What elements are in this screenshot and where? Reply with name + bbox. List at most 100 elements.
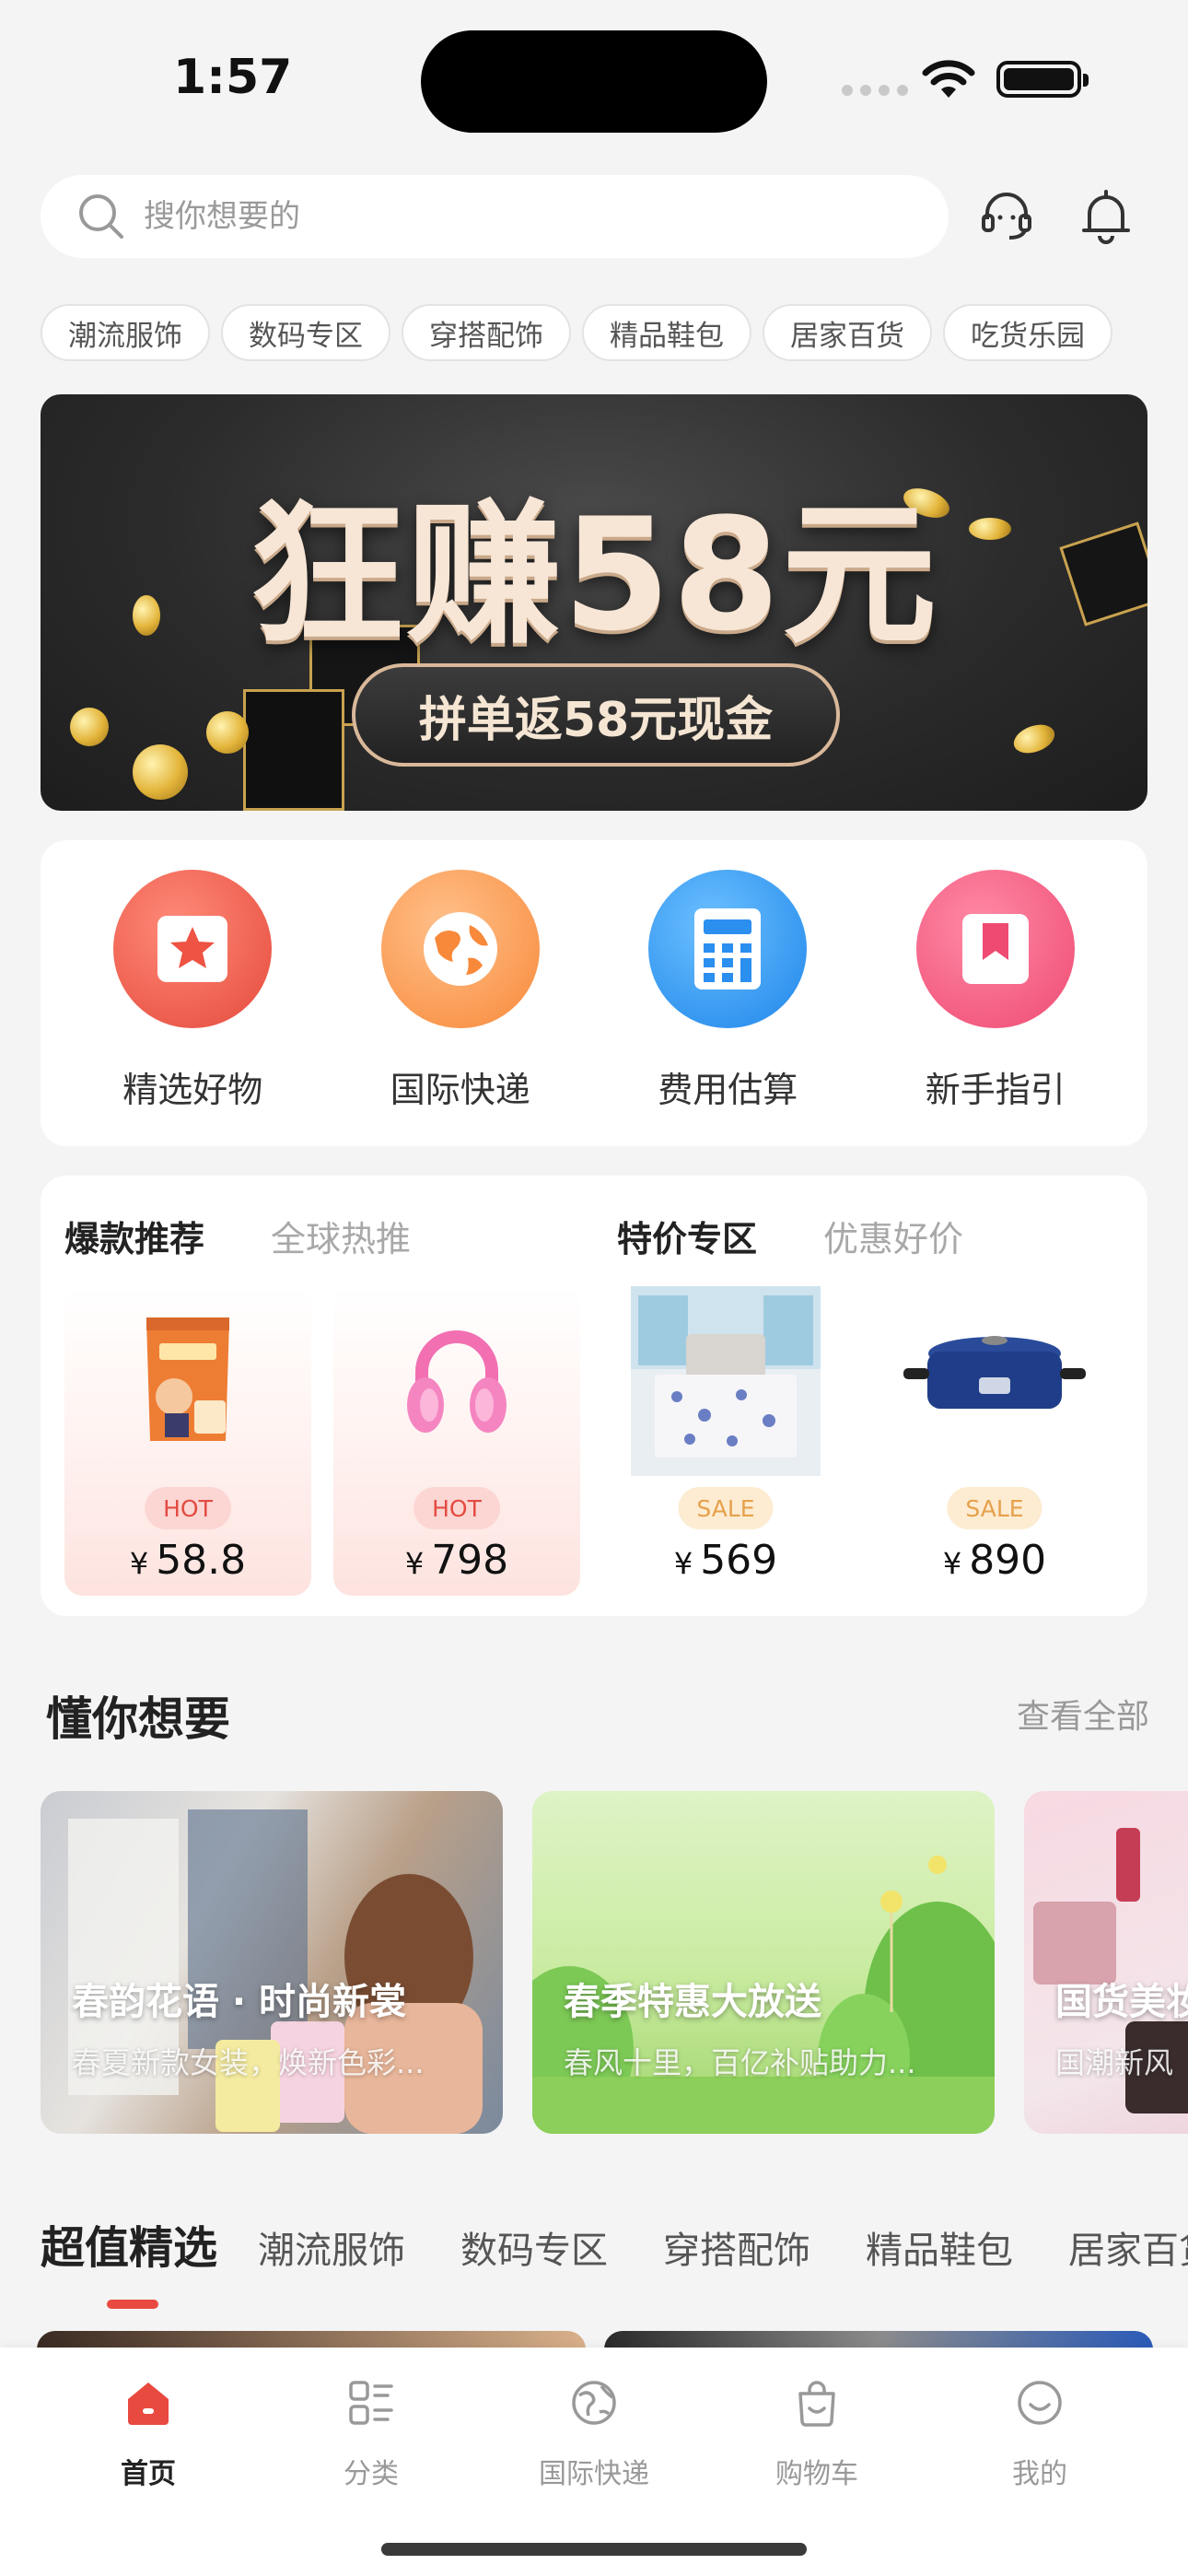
globe-icon <box>565 2373 623 2432</box>
search-input[interactable] <box>144 198 880 235</box>
tab-label: 分类 <box>344 2458 399 2490</box>
tab-profile[interactable]: 我的 <box>948 2348 1132 2576</box>
chip-digital[interactable]: 数码专区 <box>221 304 390 361</box>
carousel-card[interactable]: 春季特惠大放送 春风十里，百亿补贴助力... <box>532 1791 995 2134</box>
chip-accessories[interactable]: 穿搭配饰 <box>402 304 571 361</box>
action-label: 精选好物 <box>122 1070 263 1110</box>
status-bar: 1:57 <box>0 0 1188 157</box>
chip-food[interactable]: 吃货乐园 <box>943 304 1112 361</box>
fashion-shopper-image <box>68 1809 483 2134</box>
pink-headphones-image <box>362 1286 552 1476</box>
snack-bag-image <box>93 1286 283 1476</box>
coin-decoration <box>1009 719 1059 759</box>
product-card[interactable]: SALE ¥569 <box>602 1286 849 1596</box>
promo-subtitle-global[interactable]: 全球热推 <box>271 1211 411 1261</box>
calculator-icon <box>648 870 808 1028</box>
category-icon <box>342 2373 401 2432</box>
card-title: 春韵花语 · 时尚新裳 <box>72 1981 407 2023</box>
picks-tab-digital[interactable]: 数码专区 <box>460 2220 608 2274</box>
product-price: ¥569 <box>673 1537 778 1584</box>
active-tab-indicator <box>107 2300 158 2309</box>
tab-label: 国际快递 <box>539 2458 649 2490</box>
dynamic-island <box>421 30 767 133</box>
product-card[interactable]: HOT ¥58.8 <box>64 1286 311 1596</box>
action-label: 费用估算 <box>658 1070 798 1110</box>
battery-icon <box>996 61 1089 98</box>
coin-decoration <box>133 744 188 800</box>
tab-home[interactable]: 首页 <box>56 2348 240 2576</box>
spring-sale-image <box>532 1856 995 2134</box>
hot-badge: HOT <box>413 1487 500 1529</box>
carousel-card[interactable]: 春韵花语 · 时尚新裳 春夏新款女装，焕新色彩... <box>41 1791 503 2134</box>
tab-label: 购物车 <box>775 2458 858 2490</box>
action-intl-express[interactable]: 国际快递 <box>341 840 580 1146</box>
status-time: 1:57 <box>173 50 293 105</box>
sale-badge: SALE <box>678 1487 774 1529</box>
bell-icon[interactable] <box>1074 184 1138 249</box>
quick-actions: 精选好物 国际快递 费用估算 新手指引 <box>41 840 1147 1146</box>
bottom-tab-bar: 首页 分类 国际快递 购物车 我的 <box>0 2348 1188 2576</box>
tab-category[interactable]: 分类 <box>279 2348 463 2576</box>
chip-fashion[interactable]: 潮流服饰 <box>41 304 210 361</box>
section-title: 懂你想要 <box>46 1692 230 1746</box>
star-icon <box>113 870 273 1028</box>
action-label: 新手指引 <box>925 1070 1066 1110</box>
electric-grill-pot-image <box>900 1286 1089 1476</box>
shopping-bag-icon <box>787 2373 846 2432</box>
tab-cart[interactable]: 购物车 <box>725 2348 909 2576</box>
coin-decoration <box>70 708 109 746</box>
card-title: 国货美妆 <box>1055 1981 1188 2023</box>
picks-tab-shoes-bags[interactable]: 精品鞋包 <box>866 2220 1013 2274</box>
picks-tab-accessories[interactable]: 穿搭配饰 <box>663 2220 810 2274</box>
search-bar[interactable] <box>41 175 949 258</box>
card-subtitle: 国潮新风 <box>1055 2045 1174 2080</box>
bookmark-icon <box>915 870 1075 1028</box>
tab-label: 首页 <box>121 2458 176 2490</box>
home-icon <box>119 2373 178 2432</box>
tab-intl-express[interactable]: 国际快递 <box>502 2348 686 2576</box>
home-indicator <box>381 2543 807 2556</box>
chip-shoes-bags[interactable]: 精品鞋包 <box>582 304 751 361</box>
gift-box-decoration <box>243 689 344 811</box>
product-price: ¥890 <box>942 1537 1047 1584</box>
card-title: 春季特惠大放送 <box>564 1981 821 2023</box>
cosmetics-image <box>1033 1828 1188 2113</box>
picks-tab-fashion[interactable]: 潮流服饰 <box>258 2220 405 2274</box>
product-price: ¥798 <box>404 1537 509 1584</box>
product-price: ¥58.8 <box>129 1537 247 1584</box>
bedding-set-image <box>631 1286 821 1476</box>
value-picks-tabs: 超值精选 潮流服饰 数码专区 穿搭配饰 精品鞋包 居家百货 <box>41 2211 1188 2276</box>
card-subtitle: 春夏新款女装，焕新色彩... <box>72 2045 425 2080</box>
globe-icon <box>380 870 540 1028</box>
promo-title-hot[interactable]: 爆款推荐 <box>64 1211 204 1261</box>
product-card[interactable]: HOT ¥798 <box>333 1286 580 1596</box>
carousel-card[interactable]: 国货美妆 国潮新风 <box>1024 1791 1188 2134</box>
banner-title: 狂赚58元 <box>250 485 938 665</box>
card-subtitle: 春风十里，百亿补贴助力... <box>564 2045 916 2080</box>
headset-icon[interactable] <box>974 184 1039 249</box>
value-picks-title[interactable]: 超值精选 <box>41 2211 217 2276</box>
coin-decoration <box>206 711 249 754</box>
tab-label: 我的 <box>1012 2458 1067 2490</box>
promo-subtitle-deals[interactable]: 优惠好价 <box>823 1211 963 1261</box>
cellular-signal-icon <box>842 85 908 96</box>
sale-badge: SALE <box>947 1487 1042 1529</box>
promo-title-special[interactable]: 特价专区 <box>617 1211 757 1261</box>
action-label: 国际快递 <box>390 1070 530 1110</box>
hot-badge: HOT <box>145 1487 231 1529</box>
action-featured-goods[interactable]: 精选好物 <box>73 840 312 1146</box>
banner-cta[interactable]: 拼单返58元现金 <box>352 663 840 767</box>
wifi-icon <box>922 60 975 98</box>
picks-tab-home[interactable]: 居家百货 <box>1068 2220 1188 2274</box>
recommend-carousel: 春韵花语 · 时尚新裳 春夏新款女装，焕新色彩... 春季特惠大放送 春风十里，… <box>41 1791 1188 2134</box>
category-chips: 潮流服饰 数码专区 穿搭配饰 精品鞋包 居家百货 吃货乐园 <box>41 304 1188 361</box>
promo-card: 爆款推荐 全球热推 特价专区 优惠好价 HOT ¥58.8 HOT ¥798 S… <box>41 1176 1147 1616</box>
promo-banner[interactable]: 狂赚58元 拼单返58元现金 <box>41 394 1147 811</box>
product-card[interactable]: SALE ¥890 <box>871 1286 1118 1596</box>
search-icon <box>79 194 123 239</box>
smile-icon <box>1010 2373 1069 2432</box>
action-fee-estimate[interactable]: 费用估算 <box>608 840 847 1146</box>
chip-home[interactable]: 居家百货 <box>763 304 932 361</box>
action-beginner-guide[interactable]: 新手指引 <box>876 840 1115 1146</box>
view-all-link[interactable]: 查看全部 <box>1017 1690 1149 1738</box>
